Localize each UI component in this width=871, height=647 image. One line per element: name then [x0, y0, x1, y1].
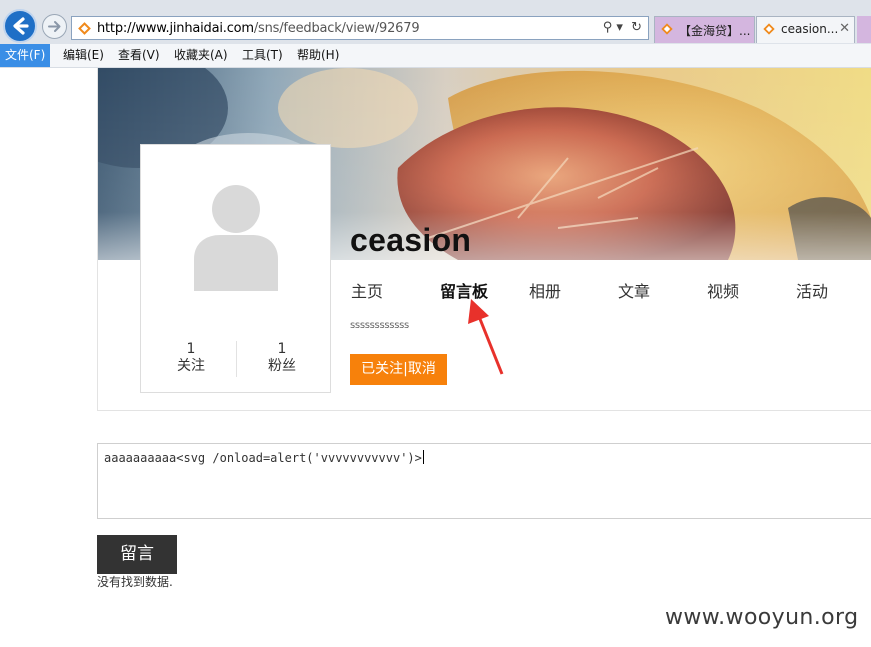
address-tools: ⚲ ▾ ↻ [599, 20, 642, 35]
menu-file[interactable]: 文件(F) [0, 44, 51, 67]
red-annotation-arrow-icon [468, 299, 504, 375]
followed-status: 已关注 [361, 361, 404, 377]
new-tab-button[interactable] [857, 16, 871, 43]
close-tab-icon[interactable]: ✕ [839, 21, 850, 36]
tab-label: ceasion... [781, 22, 839, 36]
browser-tab[interactable]: 【金海贷】... [654, 16, 755, 43]
profile-signature: ssssssssssss [350, 320, 409, 331]
browser-chrome: http://www.jinhaidai.com/sns/feedback/vi… [0, 0, 871, 45]
nav-videos[interactable]: 视频 [707, 278, 739, 302]
avatar-card: 1 关注 1 粉丝 [140, 144, 331, 393]
default-avatar-icon[interactable] [186, 181, 286, 291]
text-caret [422, 450, 424, 464]
address-bar[interactable]: http://www.jinhaidai.com/sns/feedback/vi… [71, 16, 649, 40]
menu-favorites[interactable]: 收藏夹(A) [169, 44, 233, 67]
message-input-value: aaaaaaaaaa<svg /onload=alert('vvvvvvvvvv… [104, 451, 422, 465]
forward-button[interactable] [42, 14, 67, 39]
nav-album[interactable]: 相册 [529, 278, 561, 302]
nav-activities[interactable]: 活动 [796, 278, 828, 302]
following-count: 1 [186, 341, 196, 357]
site-favicon-icon [661, 23, 673, 35]
post-message-button[interactable]: 留言 [97, 535, 177, 574]
following-stat[interactable]: 1 关注 [146, 341, 236, 375]
followers-label: 粉丝 [268, 358, 296, 374]
unfollow-link[interactable]: 取消 [408, 361, 436, 377]
tab-label: 【金海贷】... [679, 24, 751, 38]
menu-bar: 文件(F) 编辑(E) 查看(V) 收藏夹(A) 工具(T) 帮助(H) [0, 44, 871, 68]
search-dropdown-icon[interactable]: ⚲ ▾ [603, 20, 623, 35]
back-arrow-icon [13, 17, 29, 35]
watermark-text: www.wooyun.org [665, 605, 859, 630]
followers-stat[interactable]: 1 粉丝 [237, 341, 327, 375]
profile-username: ceasion [350, 222, 472, 258]
menu-help[interactable]: 帮助(H) [292, 44, 344, 67]
following-label: 关注 [177, 358, 205, 374]
refresh-icon[interactable]: ↻ [631, 20, 642, 35]
site-favicon-icon [78, 22, 91, 35]
browser-tab-active[interactable]: ceasion... ✕ [756, 16, 855, 43]
url-text[interactable]: http://www.jinhaidai.com/sns/feedback/vi… [97, 21, 420, 36]
followers-count: 1 [277, 341, 287, 357]
site-favicon-icon [763, 23, 775, 35]
forward-arrow-icon [48, 21, 61, 32]
menu-tools[interactable]: 工具(T) [237, 44, 288, 67]
message-textarea[interactable]: aaaaaaaaaa<svg /onload=alert('vvvvvvvvvv… [97, 443, 871, 519]
nav-home[interactable]: 主页 [351, 278, 383, 302]
menu-view[interactable]: 查看(V) [113, 44, 165, 67]
page-content: 1 关注 1 粉丝 ceasion 主页 留言板 相册 文章 视频 活动 sss… [0, 68, 871, 647]
back-button[interactable] [3, 9, 37, 43]
follow-button[interactable]: 已关注|取消 [350, 354, 447, 385]
nav-articles[interactable]: 文章 [618, 278, 650, 302]
empty-state-text: 没有找到数据. [97, 575, 173, 589]
menu-edit[interactable]: 编辑(E) [58, 44, 109, 67]
